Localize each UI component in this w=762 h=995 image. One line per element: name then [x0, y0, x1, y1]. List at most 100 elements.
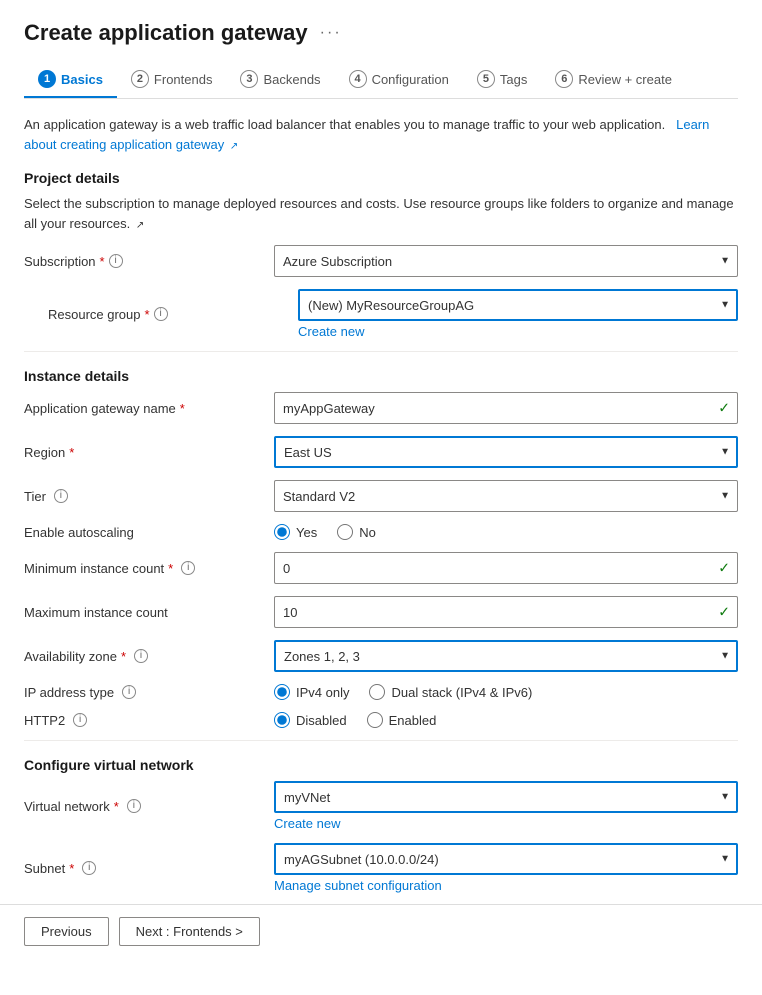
- page-title-container: Create application gateway ···: [24, 20, 738, 46]
- manage-subnet-link[interactable]: Manage subnet configuration: [274, 878, 738, 893]
- tab-backends[interactable]: 3 Backends: [226, 62, 334, 98]
- avail-zone-dropdown-wrapper: Zones 1, 2, 3 ▼: [274, 640, 738, 672]
- subscription-row: Subscription * i Azure Subscription ▼: [24, 245, 738, 277]
- gateway-name-label: Application gateway name *: [24, 401, 274, 416]
- subscription-dropdown[interactable]: Azure Subscription: [274, 245, 738, 277]
- region-control: East US ▼: [274, 436, 738, 468]
- min-count-input[interactable]: [274, 552, 738, 584]
- http2-disabled-radio[interactable]: [274, 712, 290, 728]
- tab-backends-label: Backends: [263, 72, 320, 87]
- subscription-info-icon[interactable]: i: [109, 254, 123, 268]
- max-count-control: ✓: [274, 596, 738, 628]
- ip-ipv4-option[interactable]: IPv4 only: [274, 684, 349, 700]
- tier-dropdown[interactable]: Standard V2: [274, 480, 738, 512]
- subscription-control: Azure Subscription ▼: [274, 245, 738, 277]
- http2-enabled-option[interactable]: Enabled: [367, 712, 437, 728]
- http2-disabled-option[interactable]: Disabled: [274, 712, 347, 728]
- next-button[interactable]: Next : Frontends >: [119, 917, 260, 946]
- ip-dual-radio[interactable]: [369, 684, 385, 700]
- tier-info-icon[interactable]: i: [54, 489, 68, 503]
- subnet-info-icon[interactable]: i: [82, 861, 96, 875]
- http2-row: HTTP2 i Disabled Enabled: [24, 712, 738, 728]
- section-divider-1: [24, 351, 738, 352]
- max-count-input-wrapper: ✓: [274, 596, 738, 628]
- tab-configuration[interactable]: 4 Configuration: [335, 62, 463, 98]
- vnet-section-title: Configure virtual network: [24, 757, 738, 773]
- autoscaling-yes-option[interactable]: Yes: [274, 524, 317, 540]
- min-count-label: Minimum instance count * i: [24, 561, 274, 576]
- autoscaling-yes-radio[interactable]: [274, 524, 290, 540]
- min-count-check-icon: ✓: [718, 560, 730, 577]
- gateway-name-control: ✓: [274, 392, 738, 424]
- gateway-name-row: Application gateway name * ✓: [24, 392, 738, 424]
- resource-group-control: (New) MyResourceGroupAG ▼ Create new: [298, 289, 738, 339]
- subnet-label: Subnet * i: [24, 861, 274, 876]
- max-count-check-icon: ✓: [718, 604, 730, 621]
- autoscaling-radio-group: Yes No: [274, 524, 738, 540]
- tier-label: Tier i: [24, 489, 274, 504]
- avail-zone-dropdown[interactable]: Zones 1, 2, 3: [274, 640, 738, 672]
- avail-zone-label: Availability zone * i: [24, 649, 274, 664]
- footer: Previous Next : Frontends >: [0, 904, 762, 958]
- vnet-label: Virtual network * i: [24, 799, 274, 814]
- ip-type-radio-group: IPv4 only Dual stack (IPv4 & IPv6): [274, 684, 738, 700]
- subscription-dropdown-wrapper: Azure Subscription ▼: [274, 245, 738, 277]
- resource-group-required: *: [145, 307, 150, 322]
- ip-type-row: IP address type i IPv4 only Dual stack (…: [24, 684, 738, 700]
- subscription-label: Subscription * i: [24, 254, 274, 269]
- http2-info-icon[interactable]: i: [73, 713, 87, 727]
- max-count-row: Maximum instance count ✓: [24, 596, 738, 628]
- autoscaling-label: Enable autoscaling: [24, 525, 274, 540]
- tab-basics[interactable]: 1 Basics: [24, 62, 117, 98]
- avail-zone-info-icon[interactable]: i: [134, 649, 148, 663]
- project-details-desc: Select the subscription to manage deploy…: [24, 194, 738, 233]
- vnet-create-new-link[interactable]: Create new: [274, 816, 738, 831]
- subnet-dropdown-wrapper: myAGSubnet (10.0.0.0/24) ▼: [274, 843, 738, 875]
- subnet-dropdown[interactable]: myAGSubnet (10.0.0.0/24): [274, 843, 738, 875]
- resource-group-create-new-link[interactable]: Create new: [298, 324, 738, 339]
- subnet-control: myAGSubnet (10.0.0.0/24) ▼ Manage subnet…: [274, 843, 738, 893]
- previous-button[interactable]: Previous: [24, 917, 109, 946]
- resource-group-label: Resource group * i: [48, 307, 298, 322]
- resource-group-info-icon[interactable]: i: [154, 307, 168, 321]
- max-count-label: Maximum instance count: [24, 605, 274, 620]
- region-dropdown[interactable]: East US: [274, 436, 738, 468]
- tab-configuration-num: 4: [349, 70, 367, 88]
- max-count-input[interactable]: [274, 596, 738, 628]
- instance-details-title: Instance details: [24, 368, 738, 384]
- vnet-info-icon[interactable]: i: [127, 799, 141, 813]
- resource-group-dropdown-wrapper: (New) MyResourceGroupAG ▼: [298, 289, 738, 321]
- subscription-required: *: [100, 254, 105, 269]
- ip-ipv4-radio[interactable]: [274, 684, 290, 700]
- avail-zone-row: Availability zone * i Zones 1, 2, 3 ▼: [24, 640, 738, 672]
- tab-basics-label: Basics: [61, 72, 103, 87]
- external-link-icon: ↗: [230, 139, 238, 154]
- min-count-info-icon[interactable]: i: [181, 561, 195, 575]
- tab-frontends[interactable]: 2 Frontends: [117, 62, 227, 98]
- tab-basics-num: 1: [38, 70, 56, 88]
- vnet-dropdown[interactable]: myVNet: [274, 781, 738, 813]
- autoscaling-no-radio[interactable]: [337, 524, 353, 540]
- region-row: Region * East US ▼: [24, 436, 738, 468]
- tab-tags[interactable]: 5 Tags: [463, 62, 541, 98]
- ip-type-label: IP address type i: [24, 685, 274, 700]
- region-label: Region *: [24, 445, 274, 460]
- project-details-external-icon: ↗: [136, 218, 144, 233]
- tab-tags-num: 5: [477, 70, 495, 88]
- tabs-container: 1 Basics 2 Frontends 3 Backends 4 Config…: [24, 62, 738, 99]
- min-count-control: ✓: [274, 552, 738, 584]
- gateway-name-input[interactable]: [274, 392, 738, 424]
- ip-type-info-icon[interactable]: i: [122, 685, 136, 699]
- http2-enabled-radio[interactable]: [367, 712, 383, 728]
- gateway-name-check-icon: ✓: [718, 400, 730, 417]
- autoscaling-no-option[interactable]: No: [337, 524, 376, 540]
- page-title-ellipsis: ···: [320, 24, 342, 42]
- tier-row: Tier i Standard V2 ▼: [24, 480, 738, 512]
- avail-zone-control: Zones 1, 2, 3 ▼: [274, 640, 738, 672]
- tab-review-label: Review + create: [578, 72, 672, 87]
- resource-group-dropdown[interactable]: (New) MyResourceGroupAG: [298, 289, 738, 321]
- ip-dual-option[interactable]: Dual stack (IPv4 & IPv6): [369, 684, 532, 700]
- subnet-row: Subnet * i myAGSubnet (10.0.0.0/24) ▼ Ma…: [24, 843, 738, 893]
- tab-review-create[interactable]: 6 Review + create: [541, 62, 686, 98]
- gateway-name-input-wrapper: ✓: [274, 392, 738, 424]
